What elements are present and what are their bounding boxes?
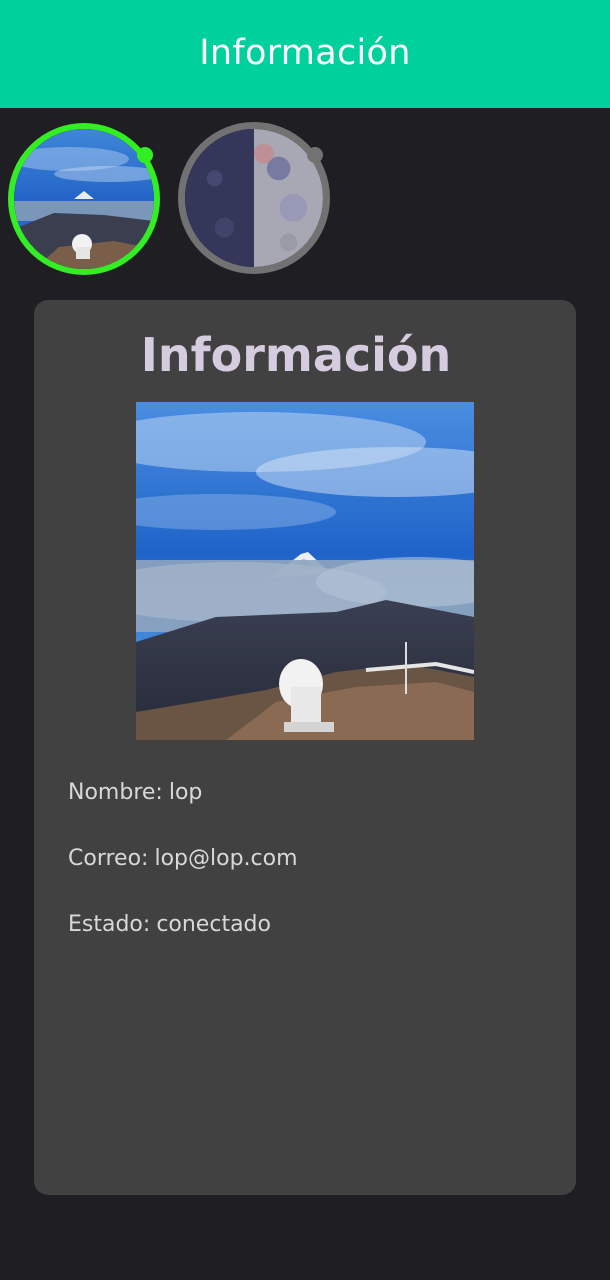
card-title: Información bbox=[140, 328, 452, 382]
observatory-thumbnail bbox=[14, 129, 154, 269]
name-label: Nombre: bbox=[68, 780, 163, 805]
avatar-observatory[interactable] bbox=[8, 123, 160, 275]
info-card: Información Nombre: lop Correo: lop@lop.… bbox=[34, 300, 576, 1195]
email-field: Correo: lop@lop.com bbox=[68, 846, 298, 871]
app-bar-title: Información bbox=[199, 33, 411, 73]
status-field: Estado: conectado bbox=[68, 912, 271, 937]
status-label: Estado: bbox=[68, 912, 151, 937]
email-value: lop@lop.com bbox=[154, 846, 298, 871]
online-status-dot bbox=[137, 147, 153, 163]
moon-thumbnail bbox=[185, 129, 323, 267]
profile-photo bbox=[136, 402, 474, 740]
email-label: Correo: bbox=[68, 846, 149, 871]
status-value: conectado bbox=[156, 912, 271, 937]
offline-status-dot bbox=[307, 147, 323, 163]
name-value: lop bbox=[168, 780, 203, 805]
app-bar: Información bbox=[0, 0, 610, 108]
name-field: Nombre: lop bbox=[68, 780, 202, 805]
observatory-image bbox=[136, 402, 474, 740]
avatar-moon[interactable] bbox=[178, 122, 330, 274]
